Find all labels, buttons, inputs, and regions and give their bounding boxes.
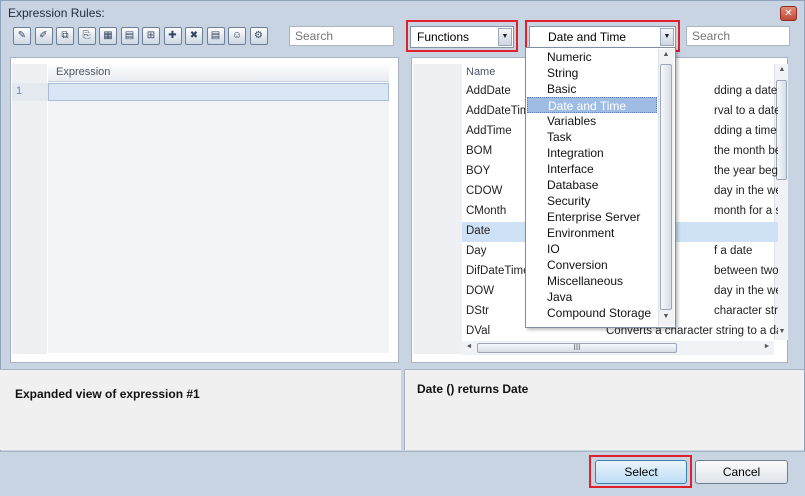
scroll-up-icon[interactable]: ▲ [775,66,789,73]
function-search-input[interactable] [686,26,790,46]
table-icon[interactable]: ▤ [120,27,139,45]
subcategory-combo[interactable]: Date and Time ▼ [529,26,676,48]
function-description: the year begins for [714,165,778,177]
expression-column-header[interactable]: Expression [48,64,389,82]
dropdown-option[interactable]: String [527,65,657,81]
function-description: dding a date to a Da [714,85,778,97]
function-name: DifDateTime [466,265,530,277]
function-name: DVal [466,325,491,337]
dropdown-option[interactable]: Environment [527,225,657,241]
function-description: rval to a date and ti [714,105,778,117]
scroll-right-icon[interactable]: ► [760,343,774,350]
function-name: DOW [466,285,495,297]
dropdown-option[interactable]: Interface [527,161,657,177]
expression-grid-panel: Expression 1 [10,57,399,363]
dropdown-option[interactable]: Variables [527,113,657,129]
function-name: AddDate [466,85,511,97]
subcategory-combo-value: Date and Time [548,30,627,44]
dropdown-option[interactable]: Integration [527,145,657,161]
paste-icon[interactable]: ⎘ [77,27,96,45]
function-name: AddTime [466,125,512,137]
edit-expression-icon[interactable]: ✐ [34,27,53,45]
dropdown-option[interactable]: Security [527,193,657,209]
document-icon[interactable]: ▤ [206,27,225,45]
dropdown-option[interactable]: IO [527,241,657,257]
close-button[interactable]: ✕ [780,6,797,21]
users-icon[interactable]: ☺ [228,27,246,45]
close-icon: ✕ [784,8,793,19]
row-number: 1 [12,83,48,101]
copy-icon[interactable]: ⧉ [56,27,74,45]
scroll-left-icon[interactable]: ◄ [462,343,476,350]
function-description: f a date [714,245,753,257]
dialog-title: Expression Rules: [8,6,105,20]
function-description: month for a specifiec [714,205,778,217]
dropdown-option[interactable]: Miscellaneous [527,273,657,289]
function-signature: Date () returns Date [417,382,529,396]
row-header-gutter [12,64,47,354]
new-expression-icon[interactable]: ✎ [13,27,31,45]
dropdown-option[interactable]: Conversion [527,257,657,273]
function-description: day in the week for [714,285,778,297]
function-name: Date [466,225,491,237]
dropdown-option[interactable]: Compound Storage [527,305,657,321]
dropdown-option[interactable]: Enterprise Server [527,209,657,225]
insert-row-icon[interactable]: ⊞ [142,27,160,45]
scroll-down-icon[interactable]: ▼ [659,313,673,320]
function-description: the month begins fo [714,145,778,157]
functions-horizontal-scrollbar[interactable]: ◄ III ► [462,341,774,355]
expression-search-input[interactable] [289,26,394,46]
cancel-button[interactable]: Cancel [695,460,788,484]
dropdown-option[interactable]: Database [527,177,657,193]
dropdown-option[interactable]: Numeric [527,49,657,65]
function-description-pane: Date () returns Date [404,369,804,450]
function-name: AddDateTim [466,105,530,117]
function-name: Day [466,245,487,257]
expanded-view-pane: Expanded view of expression #1 [0,369,401,450]
function-name: DStr [466,305,489,317]
function-description: dding a time to an H [714,125,778,137]
subcategory-dropdown-list: ▲ ▼ Numeric String Basic Date and Time Varia… [525,47,676,328]
chevron-down-icon[interactable]: ▼ [660,28,674,46]
list-gutter [413,64,462,354]
horizontal-scrollbar-thumb[interactable]: III [477,343,677,353]
dropdown-option[interactable]: Java [527,289,657,305]
grid-icon[interactable]: ▦ [99,27,117,45]
dropdown-option[interactable]: Task [527,129,657,145]
chevron-down-icon[interactable]: ▼ [498,28,512,46]
dropdown-option[interactable]: Date and Time [527,97,657,113]
dropdown-scrollbar[interactable]: ▲ ▼ [658,49,674,326]
category-combo[interactable]: Functions ▼ [410,26,514,48]
function-name: BOY [466,165,491,177]
add-item-icon[interactable]: ✚ [163,27,182,45]
function-description: day in the week for a [714,185,778,197]
category-combo-value: Functions [417,30,470,44]
function-description: between two Datetin [714,265,778,277]
properties-icon[interactable]: ⚙ [249,27,268,45]
function-description: character string acc [714,305,778,317]
scroll-up-icon[interactable]: ▲ [659,51,673,58]
expression-cell[interactable] [48,83,389,101]
grid-empty-area [48,101,389,353]
expanded-view-label: Expanded view of expression #1 [15,387,200,401]
function-name: CMonth [466,205,507,217]
dropdown-scrollbar-thumb[interactable] [660,64,672,310]
function-name: BOM [466,145,493,157]
delete-icon[interactable]: ✖ [185,27,203,45]
function-name: CDOW [466,185,503,197]
dropdown-option[interactable]: Basic [527,81,657,97]
select-button[interactable]: Select [595,460,687,484]
